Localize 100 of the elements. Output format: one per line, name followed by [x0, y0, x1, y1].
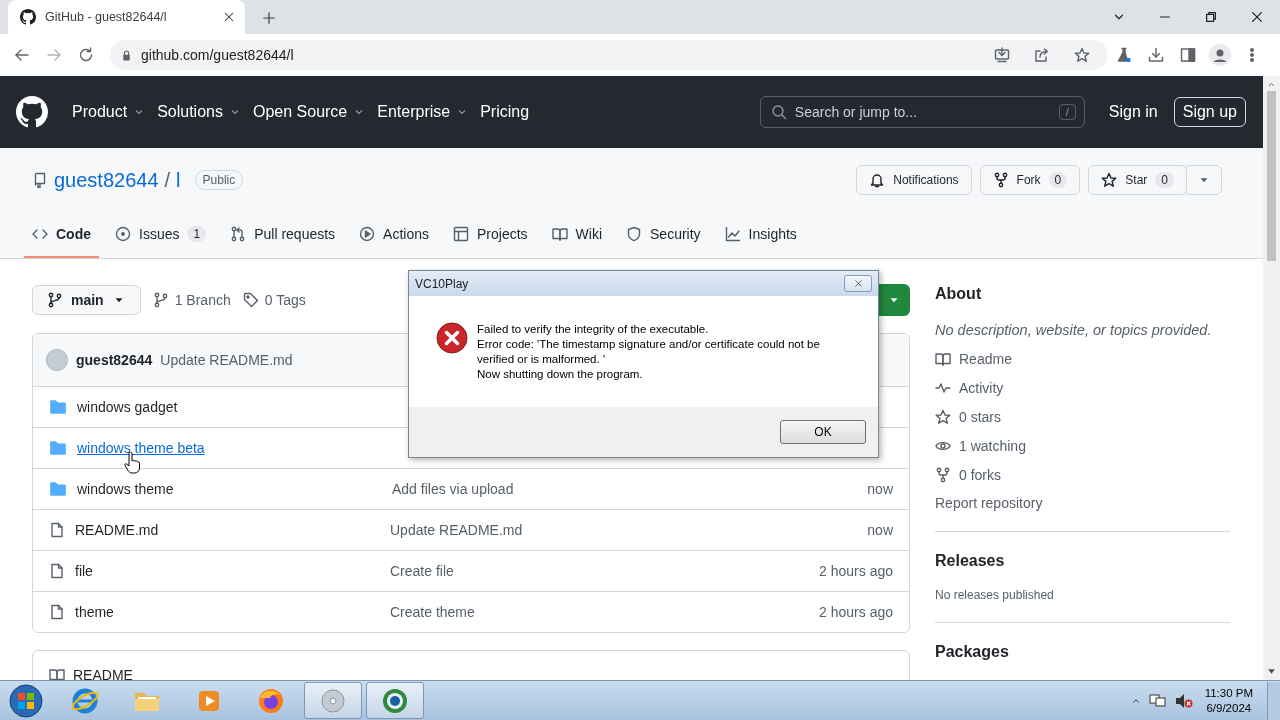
about-heading: About — [935, 285, 983, 303]
repo-tab[interactable]: Wiki — [543, 212, 611, 258]
folder-icon — [49, 439, 67, 457]
tag-icon — [242, 292, 259, 308]
side-panel-icon[interactable] — [1180, 47, 1196, 63]
close-icon — [853, 279, 863, 288]
profile-icon[interactable] — [1209, 44, 1231, 66]
commit-time: now — [867, 481, 893, 497]
file-icon — [49, 563, 65, 579]
browser-tab[interactable]: GitHub - guest82644/l — [8, 0, 245, 34]
ok-button[interactable]: OK — [780, 420, 866, 444]
releases-note: No releases published — [935, 588, 1055, 602]
repo-tab[interactable]: Projects — [445, 212, 536, 258]
download-icon[interactable] — [1148, 47, 1164, 63]
dialog-title: VC10Play — [415, 276, 470, 291]
github-logo — [20, 9, 36, 25]
code-button[interactable] — [878, 284, 910, 316]
search-icon — [770, 104, 787, 120]
about-link-text: Readme — [959, 351, 1012, 367]
close-icon[interactable] — [1250, 10, 1264, 24]
file-name-link[interactable]: windows theme beta — [77, 440, 392, 456]
dialog-message: Failed to verify the integrity of the executable. — [477, 322, 710, 337]
branch-button[interactable]: main — [32, 285, 141, 315]
repo-tab[interactable]: Security — [618, 212, 709, 258]
file-name-link[interactable]: windows gadget — [77, 399, 392, 415]
repo-tab[interactable]: Insights — [716, 212, 805, 258]
muted-speaker-icon[interactable] — [1174, 692, 1193, 709]
nav-menu-item[interactable]: Solutions — [157, 103, 241, 121]
network-icon[interactable] — [1148, 692, 1167, 709]
branches-link[interactable]: 1 Branch — [152, 292, 231, 308]
new-tab-icon[interactable] — [262, 11, 276, 25]
clock-time: 11:30 PM — [1204, 685, 1253, 701]
taskbar-button[interactable] — [304, 682, 362, 719]
repo-tab[interactable]: Pull requests — [222, 212, 344, 258]
repo-tab[interactable]: Actions — [351, 212, 437, 258]
commit-author[interactable]: guest82644 — [76, 352, 153, 368]
avatar — [46, 349, 68, 371]
lock-icon — [120, 48, 133, 62]
url-text: github.com/guest82644/l — [141, 47, 295, 63]
nav-menu-item[interactable]: Open Source — [252, 103, 366, 121]
file-name-link[interactable]: README.md — [75, 522, 390, 538]
report-link[interactable]: Report repository — [935, 495, 1230, 511]
about-link[interactable]: Activity — [935, 380, 1230, 396]
branches-text: 1 Branch — [174, 292, 231, 308]
nav-menu-item[interactable]: Pricing — [480, 103, 530, 121]
repo-tab[interactable]: Code — [24, 212, 99, 258]
about-link[interactable]: 1 watching — [935, 438, 1230, 454]
file-name-link[interactable]: theme — [75, 604, 390, 620]
close-icon[interactable] — [223, 11, 235, 23]
clock-date: 6/9/2024 — [1206, 700, 1252, 716]
nav-menu-item[interactable]: Product — [72, 103, 146, 121]
book-icon — [935, 351, 951, 367]
commit-time: 2 hours ago — [819, 604, 893, 620]
repo-tab[interactable]: Issues 1 — [107, 212, 215, 258]
share-icon[interactable] — [1034, 47, 1050, 63]
github-logo — [16, 96, 48, 128]
nav-menu-item[interactable]: Enterprise — [377, 103, 469, 121]
address-bar[interactable]: github.com/guest82644/l — [110, 40, 1108, 70]
repo-action-button[interactable]: Notifications — [856, 165, 972, 195]
scroll-down-icon[interactable] — [1267, 667, 1276, 676]
about-link[interactable]: 0 forks — [935, 467, 1230, 483]
commit-message[interactable]: Update README.md — [160, 352, 293, 368]
install-icon[interactable] — [994, 47, 1010, 63]
sign-up-button[interactable]: Sign up — [1173, 97, 1246, 127]
reload-icon[interactable] — [78, 47, 94, 63]
commit-message[interactable]: Create theme — [390, 604, 475, 620]
restore-icon[interactable] — [1204, 10, 1218, 24]
about-link[interactable]: Readme — [935, 351, 1230, 367]
back-icon[interactable] — [14, 47, 30, 63]
scrollbar[interactable] — [1263, 76, 1280, 680]
commit-message[interactable]: Update README.md — [390, 522, 523, 538]
flask-icon[interactable] — [1116, 47, 1132, 63]
repo-action-button[interactable]: Star 0 — [1088, 165, 1187, 195]
repo-name-link[interactable]: l — [176, 168, 181, 192]
star-icon — [935, 409, 951, 425]
repo-action-button[interactable]: Fork 0 — [979, 165, 1081, 195]
about-link[interactable]: 0 stars — [935, 409, 1230, 425]
branch-icon — [152, 292, 169, 308]
scroll-up-icon[interactable] — [1267, 80, 1276, 89]
dialog-close-button[interactable] — [844, 275, 872, 292]
file-name-link[interactable]: windows theme — [77, 481, 392, 497]
scrollbar-thumb[interactable] — [1267, 91, 1276, 261]
file-icon — [49, 604, 65, 620]
counter: 1 — [187, 226, 207, 242]
branch-icon — [47, 292, 63, 308]
taskbar-button[interactable] — [366, 682, 424, 719]
book-icon — [551, 226, 568, 242]
hand-cursor-icon — [124, 452, 140, 474]
tags-link[interactable]: 0 Tags — [242, 292, 306, 308]
bookmark-star-icon[interactable] — [1074, 47, 1090, 63]
file-name-link[interactable]: file — [75, 563, 390, 579]
search-field[interactable]: Search or jump to... / — [759, 96, 1085, 128]
owner-link[interactable]: guest82644 — [54, 168, 159, 192]
counter: 0 — [1155, 172, 1174, 188]
commit-message[interactable]: Add files via upload — [392, 481, 514, 497]
packages-heading: Packages — [935, 643, 1010, 661]
error-icon — [436, 322, 468, 354]
about-link-text: 0 forks — [959, 467, 1001, 483]
sign-in-link[interactable]: Sign in — [1108, 103, 1158, 121]
commit-message[interactable]: Create file — [390, 563, 454, 579]
